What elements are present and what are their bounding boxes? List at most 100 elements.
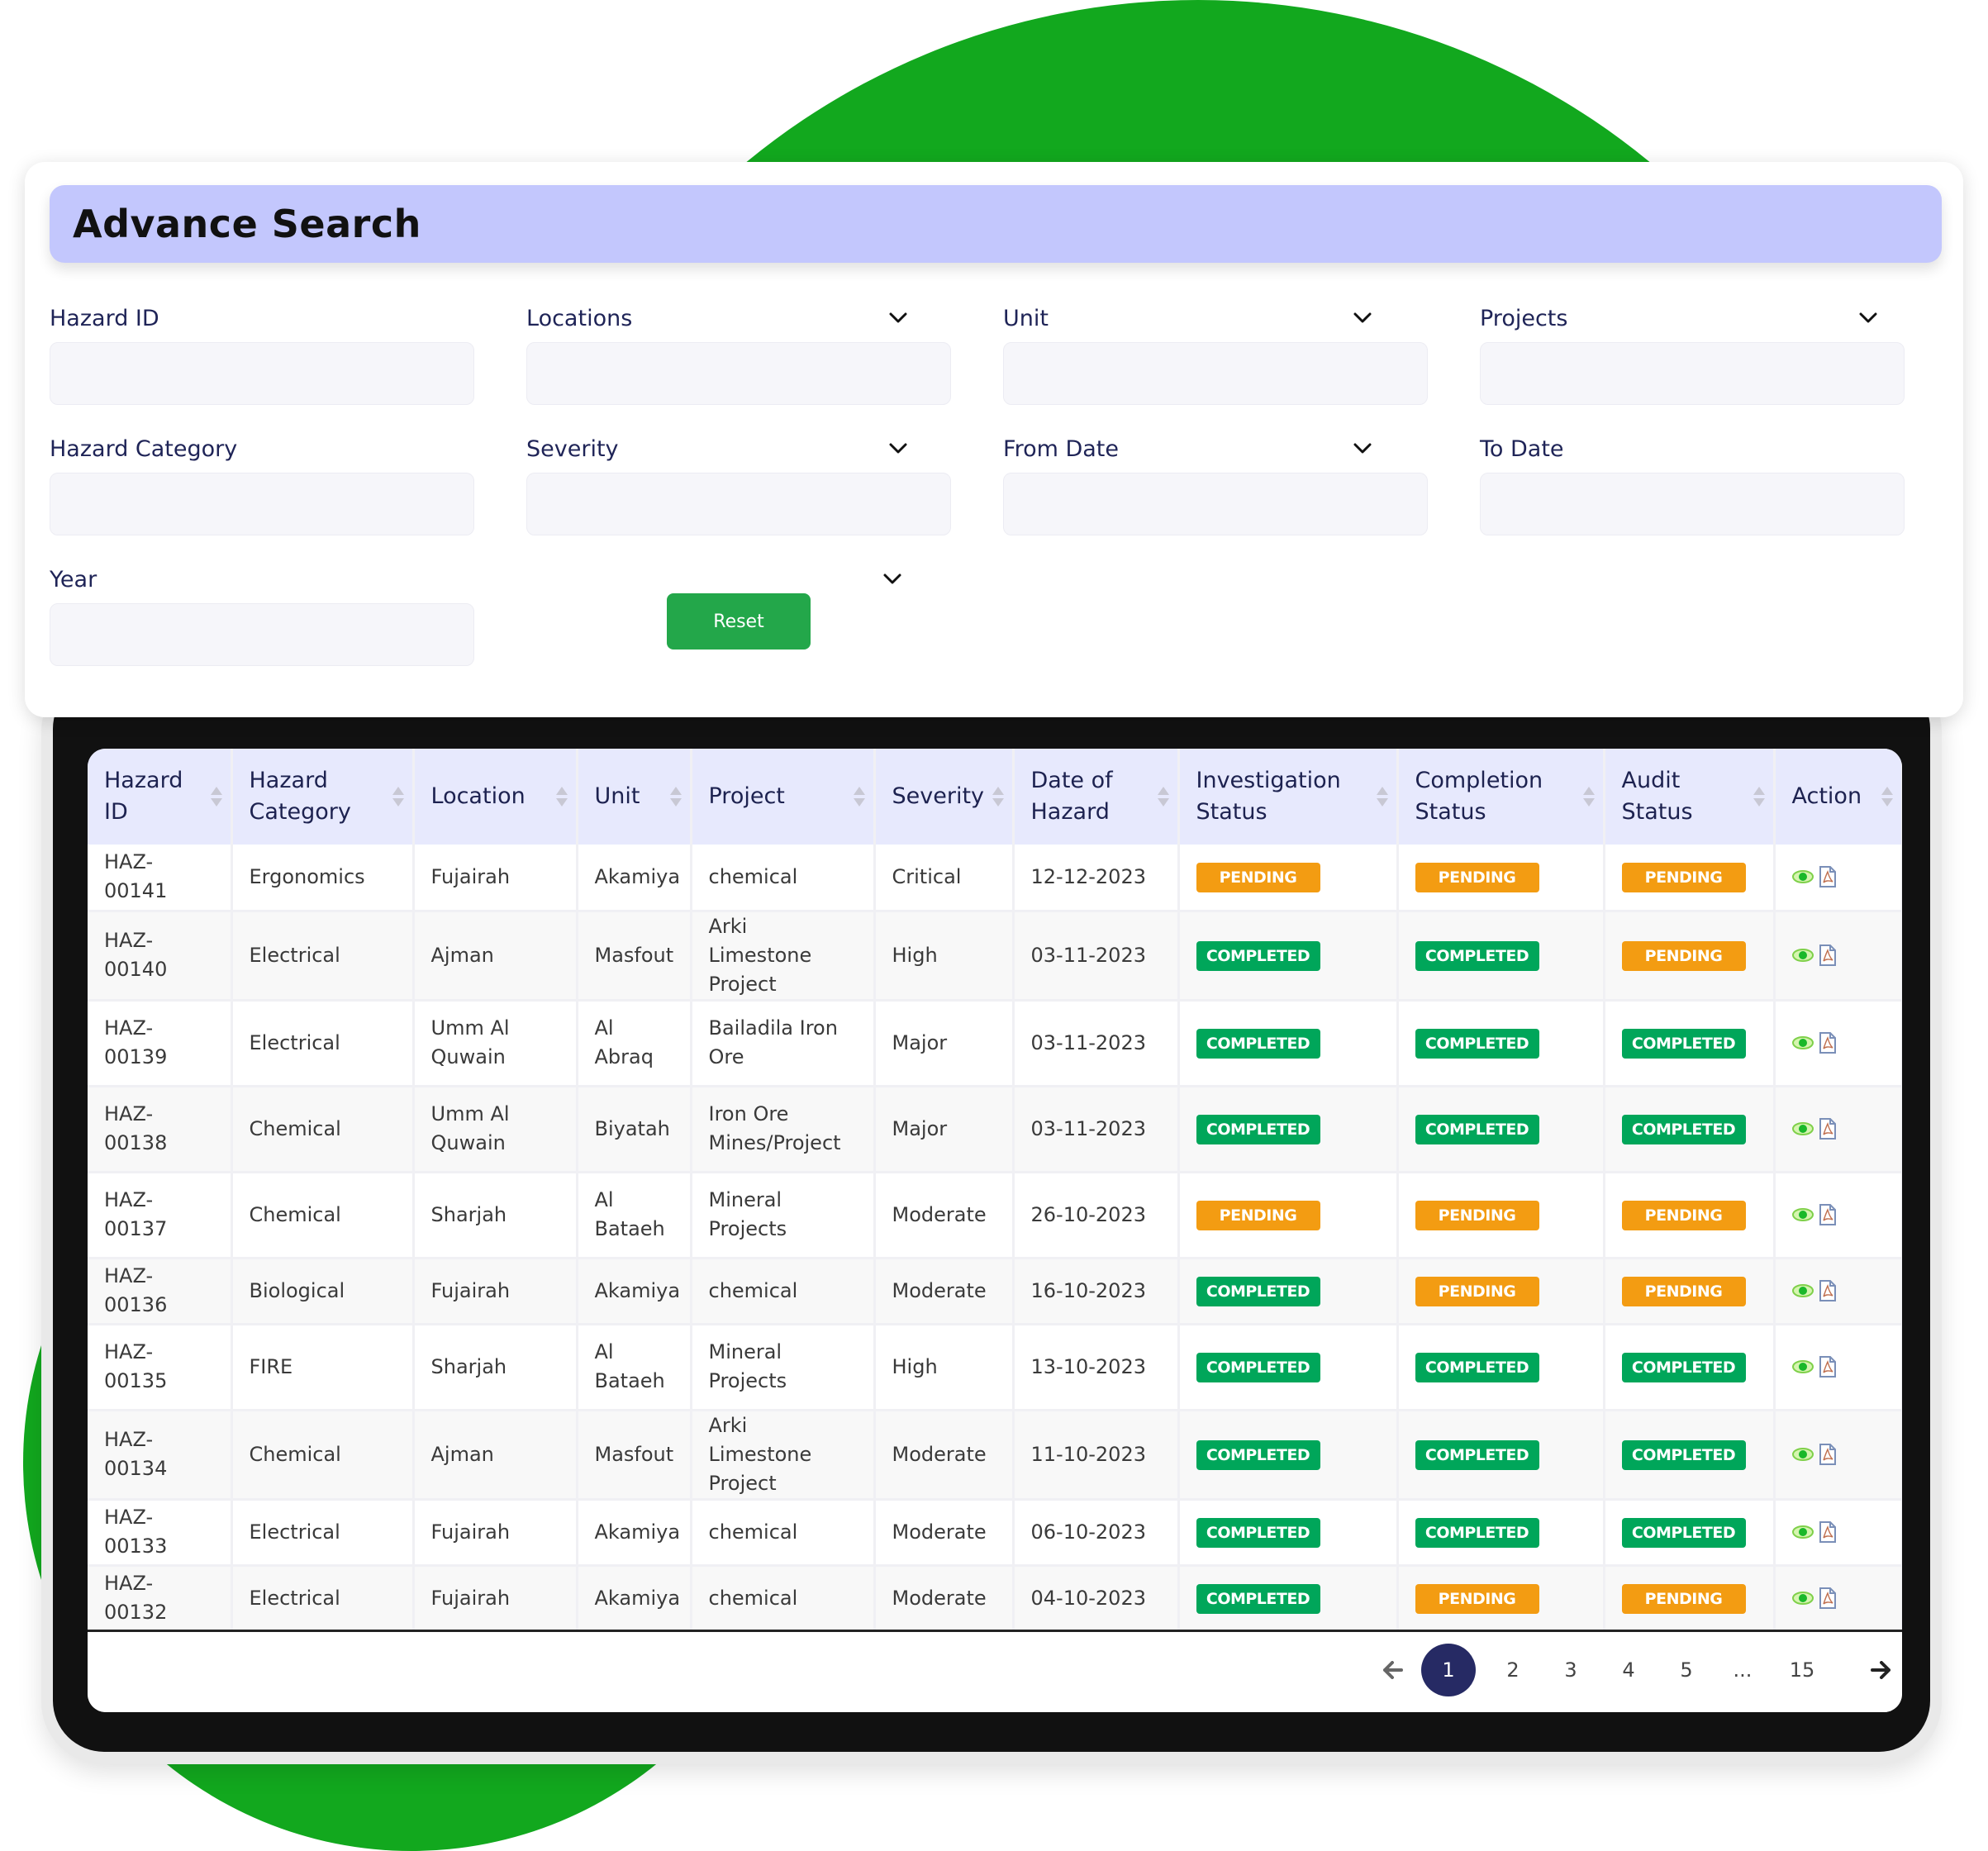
sort-icon[interactable]: [1376, 787, 1388, 807]
projects-input[interactable]: [1480, 342, 1905, 405]
pdf-icon[interactable]: [1819, 1032, 1837, 1054]
chevron-down-icon[interactable]: [880, 567, 905, 592]
eye-icon[interactable]: [1791, 1035, 1814, 1050]
reset-button[interactable]: Reset: [667, 593, 811, 650]
column-header-hazard-category[interactable]: Hazard Category: [231, 749, 415, 845]
arrow-right-icon[interactable]: [1864, 1644, 1897, 1696]
sort-icon[interactable]: [669, 787, 682, 807]
column-header-unit[interactable]: Unit: [577, 749, 692, 845]
eye-icon[interactable]: [1791, 948, 1814, 963]
pdf-icon[interactable]: [1819, 1118, 1837, 1140]
column-header-audit-status[interactable]: Audit Status: [1604, 749, 1776, 845]
pdf-icon[interactable]: [1819, 1444, 1837, 1465]
cell-action: [1774, 1324, 1902, 1411]
eye-icon[interactable]: [1791, 1591, 1814, 1606]
cell-project: Mineral Projects: [691, 1172, 876, 1259]
locations-input[interactable]: [526, 342, 951, 405]
cell-date: 03-11-2023: [1013, 911, 1180, 1002]
page-button[interactable]: 2: [1492, 1644, 1534, 1696]
cell-completion-status: COMPLETED: [1397, 1086, 1605, 1173]
sort-icon[interactable]: [392, 787, 404, 807]
page-button[interactable]: 1: [1421, 1644, 1476, 1696]
table-row: HAZ-00141 Ergonomics Fujairah Akamiya chemic…: [88, 845, 1902, 912]
column-header-action[interactable]: Action: [1774, 749, 1902, 845]
eye-icon[interactable]: [1791, 1359, 1814, 1374]
status-badge: COMPLETED: [1621, 1517, 1746, 1548]
cell-unit: Al Bataeh: [577, 1172, 692, 1259]
status-badge: COMPLETED: [1621, 1028, 1746, 1059]
hazard-id-input[interactable]: [50, 342, 474, 405]
page-button[interactable]: 4: [1608, 1644, 1649, 1696]
column-header-investigation-status[interactable]: Investigation Status: [1178, 749, 1399, 845]
cell-audit-status: COMPLETED: [1604, 1410, 1776, 1501]
pdf-icon[interactable]: [1819, 866, 1837, 888]
from-date-input[interactable]: [1003, 473, 1428, 535]
cell-location: Umm Al Quwain: [413, 1000, 578, 1087]
eye-icon[interactable]: [1791, 1283, 1814, 1298]
pdf-icon[interactable]: [1819, 1521, 1837, 1543]
sort-icon[interactable]: [1753, 787, 1765, 807]
column-header-completion-status[interactable]: Completion Status: [1397, 749, 1605, 845]
cell-severity: Moderate: [874, 1565, 1015, 1633]
eye-icon[interactable]: [1791, 869, 1814, 884]
column-header-location[interactable]: Location: [413, 749, 578, 845]
pagination-ellipsis: ...: [1733, 1658, 1753, 1682]
cell-unit: Akamiya: [577, 1258, 692, 1325]
row-actions: [1791, 1280, 1885, 1301]
column-header-label: Audit Status: [1621, 768, 1693, 825]
pdf-icon[interactable]: [1819, 1280, 1837, 1301]
sort-icon[interactable]: [992, 787, 1004, 807]
year-input[interactable]: [50, 603, 474, 666]
sort-icon[interactable]: [1881, 787, 1893, 807]
unit-input[interactable]: [1003, 342, 1428, 405]
to-date-input[interactable]: [1480, 473, 1905, 535]
eye-icon[interactable]: [1791, 1207, 1814, 1222]
status-badge: COMPLETED: [1196, 1583, 1320, 1614]
column-header-date-of-hazard[interactable]: Date of Hazard: [1013, 749, 1180, 845]
cell-severity: Major: [874, 1086, 1015, 1173]
pdf-icon[interactable]: [1819, 1204, 1837, 1225]
severity-input[interactable]: [526, 473, 951, 535]
chevron-down-icon[interactable]: [1856, 306, 1881, 331]
cell-audit-status: COMPLETED: [1604, 1324, 1776, 1411]
cell-date: 03-11-2023: [1013, 1086, 1180, 1173]
column-header-severity[interactable]: Severity: [874, 749, 1015, 845]
eye-icon[interactable]: [1791, 1121, 1814, 1136]
arrow-left-icon[interactable]: [1377, 1644, 1410, 1696]
hazard-category-input[interactable]: [50, 473, 474, 535]
cell-severity: Critical: [874, 845, 1015, 912]
cell-investigation-status: COMPLETED: [1178, 1000, 1399, 1087]
column-header-hazard-id[interactable]: Hazard ID: [88, 749, 233, 845]
cell-investigation-status: PENDING: [1178, 1172, 1399, 1259]
cell-location: Fujairah: [413, 1499, 578, 1567]
sort-icon[interactable]: [853, 787, 865, 807]
sort-icon[interactable]: [555, 787, 568, 807]
chevron-down-icon[interactable]: [1350, 306, 1375, 331]
sort-icon[interactable]: [210, 787, 222, 807]
cell-id: HAZ-00137: [88, 1172, 233, 1259]
cell-completion-status: PENDING: [1397, 1172, 1605, 1259]
status-badge: COMPLETED: [1196, 1352, 1320, 1382]
column-header-project[interactable]: Project: [691, 749, 876, 845]
pdf-icon[interactable]: [1819, 1587, 1837, 1609]
eye-icon[interactable]: [1791, 1447, 1814, 1462]
cell-id: HAZ-00132: [88, 1565, 233, 1633]
chevron-down-icon[interactable]: [886, 306, 911, 331]
cell-category: Ergonomics: [231, 845, 415, 912]
sort-icon[interactable]: [1582, 787, 1595, 807]
pdf-icon[interactable]: [1819, 1356, 1837, 1378]
pdf-icon[interactable]: [1819, 945, 1837, 966]
cell-audit-status: PENDING: [1604, 1258, 1776, 1325]
page-button[interactable]: 15: [1781, 1644, 1823, 1696]
sort-icon[interactable]: [1157, 787, 1169, 807]
table-row: HAZ-00140 Electrical Ajman Masfout Arki Lime…: [88, 911, 1902, 1002]
chevron-down-icon[interactable]: [886, 436, 911, 461]
cell-investigation-status: COMPLETED: [1178, 1499, 1399, 1567]
hazard-id-label: Hazard ID: [50, 306, 159, 331]
page-button[interactable]: 3: [1550, 1644, 1591, 1696]
cell-severity: High: [874, 1324, 1015, 1411]
cell-audit-status: COMPLETED: [1604, 1086, 1776, 1173]
eye-icon[interactable]: [1791, 1525, 1814, 1539]
chevron-down-icon[interactable]: [1350, 436, 1375, 461]
page-button[interactable]: 5: [1666, 1644, 1707, 1696]
